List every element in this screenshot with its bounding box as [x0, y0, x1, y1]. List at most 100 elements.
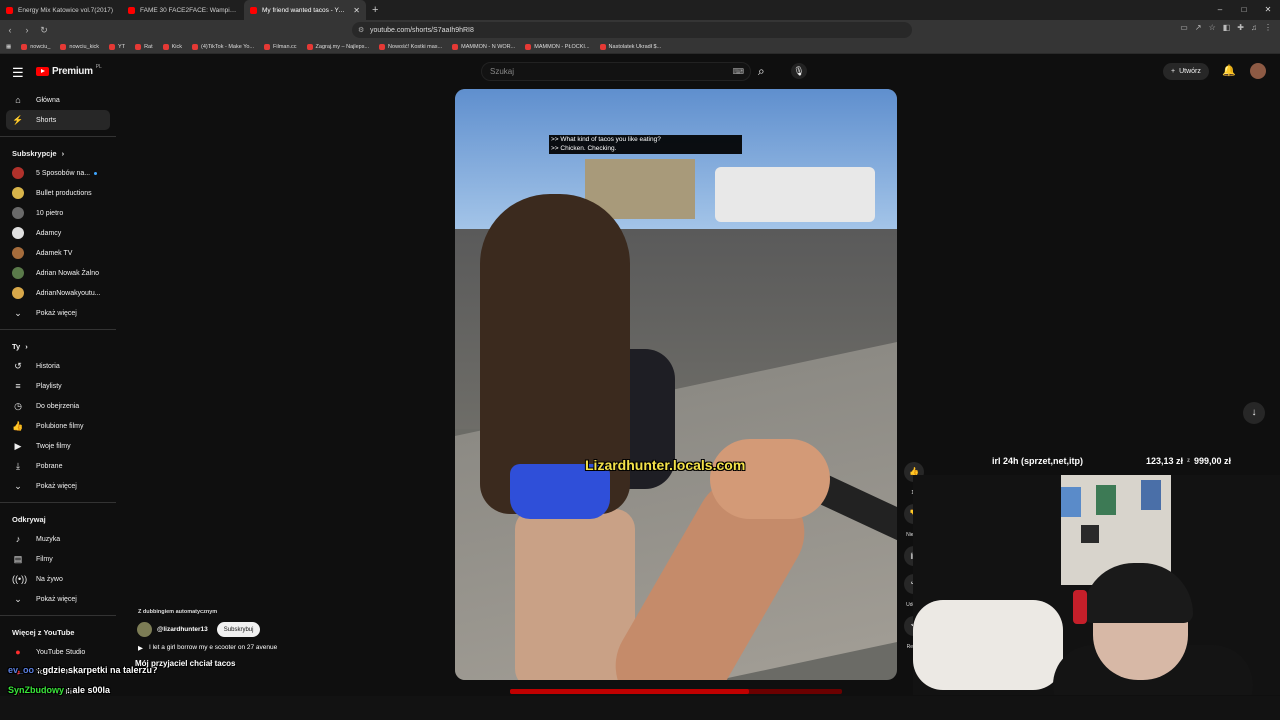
- show-more-you[interactable]: ⌄ Pokaż więcej: [6, 476, 110, 496]
- browser-tab[interactable]: FAME 30 FACE2FACE: Wampir vs Mati...: [122, 0, 244, 20]
- channel-avatar[interactable]: [137, 622, 152, 637]
- sidebar-subscription[interactable]: Bullet productions: [6, 183, 110, 203]
- menu-icon[interactable]: ☰: [12, 65, 24, 81]
- menu-dots-icon[interactable]: ⋮: [1264, 23, 1272, 32]
- sidebar-item-playlists[interactable]: ≡ Playlisty: [6, 376, 110, 396]
- browser-tab[interactable]: Energy Mix Katowice vol.7(2017): [0, 0, 122, 20]
- shorts-icon: ⚡: [12, 114, 24, 125]
- close-tab-icon[interactable]: ✕: [353, 6, 360, 15]
- puzzle-icon[interactable]: ✚: [1237, 23, 1244, 32]
- bookmark-icon: [135, 43, 142, 50]
- show-more-explore[interactable]: ⌄ Pokaż więcej: [6, 589, 110, 609]
- youtube-favicon-icon: [128, 6, 135, 14]
- music-icon: ♪: [15, 534, 21, 544]
- bookmark[interactable]: Kick: [162, 43, 182, 50]
- bookmark[interactable]: nowciu_kick: [60, 43, 99, 50]
- bookmark[interactable]: YT: [109, 43, 125, 50]
- video-progress-bar[interactable]: [510, 689, 842, 694]
- next-short-arrow-icon[interactable]: ↓: [1243, 402, 1265, 424]
- cast-icon[interactable]: ▭: [1180, 23, 1188, 32]
- sidebar-subscription[interactable]: 10 pietro: [6, 203, 110, 223]
- bookmark-icon: [306, 43, 313, 50]
- bottom-bar: [0, 696, 1280, 720]
- bookmark-icon: [452, 43, 459, 50]
- sidebar-item-history[interactable]: ↺ Historia: [6, 356, 110, 376]
- new-tab-button[interactable]: +: [366, 4, 384, 16]
- tab-title: FAME 30 FACE2FACE: Wampir vs Mati...: [140, 6, 238, 14]
- chevron-right-icon: ›: [25, 341, 28, 351]
- sidebar-subscription[interactable]: Adamek TV: [6, 243, 110, 263]
- search-input[interactable]: Szukaj ⌨: [481, 62, 751, 81]
- notifications-bell-icon[interactable]: 🔔: [1222, 64, 1236, 77]
- divider: [0, 136, 116, 137]
- bookmark[interactable]: (4)TikTok - Make Yo...: [192, 43, 254, 50]
- short-video-player[interactable]: >> What kind of tacos you like eating? >…: [455, 89, 897, 680]
- bookmark[interactable]: Rat: [135, 43, 153, 50]
- subscribe-button[interactable]: Subskrybuj: [216, 622, 261, 637]
- site-info-icon[interactable]: ⚙: [358, 26, 364, 34]
- play-icon: ▶: [138, 645, 143, 652]
- bookmark[interactable]: Nowość! Kostki mas...: [379, 43, 442, 50]
- browser-tab-active[interactable]: My friend wanted tacos - You... ✕: [244, 0, 366, 20]
- plus-icon: +: [1171, 68, 1176, 75]
- dubbing-note: Z dubbingiem automatycznym: [138, 609, 218, 615]
- you-heading[interactable]: Ty ›: [0, 336, 116, 356]
- sidebar-item-watch-later[interactable]: ◷ Do obejrzenia: [6, 396, 110, 416]
- youtube-logo[interactable]: Premium PL: [36, 64, 102, 77]
- bookmark[interactable]: Zagraj.my – Najleps...: [306, 43, 369, 50]
- liked-icon: 👍: [12, 420, 24, 431]
- media-icon[interactable]: ♫: [1251, 23, 1257, 32]
- minimize-button[interactable]: –: [1208, 0, 1232, 20]
- bookmark[interactable]: nowciu_: [21, 43, 50, 50]
- sidebar-item-liked[interactable]: 👍 Polubione filmy: [6, 416, 110, 436]
- close-window-button[interactable]: ✕: [1256, 0, 1280, 20]
- sidebar-subscription[interactable]: 5 Sposobów na...: [6, 163, 110, 183]
- share-icon[interactable]: ↗: [1195, 23, 1202, 32]
- bookmark-star-icon[interactable]: ☆: [1209, 23, 1216, 32]
- bookmark[interactable]: MAMMON - N WOR...: [452, 43, 515, 50]
- apps-icon[interactable]: ▦: [6, 44, 11, 50]
- short-description[interactable]: ▶ I let a girl borrow my e scooter on 27…: [138, 644, 277, 652]
- divider: [0, 329, 116, 330]
- bookmarks-bar: ▦ nowciu_ nowciu_kick YT Rat Kick (4)Tik…: [0, 40, 1280, 54]
- sidebar-item-yt-studio[interactable]: ● YouTube Studio: [6, 642, 110, 662]
- title-overlay: Mój przyjaciel chciał tacos: [135, 659, 236, 668]
- keyboard-icon[interactable]: ⌨: [732, 67, 744, 76]
- sidebar-item-downloads[interactable]: ⤓ Pobrane: [6, 456, 110, 476]
- sidebar-item-music[interactable]: ♪ Muzyka: [6, 529, 110, 549]
- bookmark[interactable]: Filman.cc: [264, 43, 297, 50]
- sidebar-item-live[interactable]: ((•)) Na żywo: [6, 569, 110, 589]
- subscriptions-heading[interactable]: Subskrypcje ›: [0, 143, 116, 163]
- extension-icon[interactable]: ◧: [1223, 23, 1231, 32]
- forward-button[interactable]: ›: [20, 25, 34, 35]
- sidebar-subscription[interactable]: Adamcy: [6, 223, 110, 243]
- sidebar-item-your-videos[interactable]: ▶ Twoje filmy: [6, 436, 110, 456]
- streamer-webcam: [913, 475, 1280, 695]
- channel-avatar: [12, 247, 24, 259]
- bookmark[interactable]: Nastolatek Ukradł $...: [599, 43, 661, 50]
- sidebar-subscription[interactable]: Adrian Nowak Żalno: [6, 263, 110, 283]
- video-caption: >> What kind of tacos you like eating? >…: [549, 135, 742, 154]
- sidebar-item-home[interactable]: ⌂ Główna: [6, 90, 110, 110]
- channel-avatar: [12, 287, 24, 299]
- maximize-button[interactable]: □: [1232, 0, 1256, 20]
- channel-name[interactable]: @lizardhunter13: [157, 626, 208, 633]
- sidebar-item-shorts[interactable]: ⚡ Shorts: [6, 110, 110, 130]
- sidebar-item-films[interactable]: ▤ Filmy: [6, 549, 110, 569]
- browser-tab-bar: Energy Mix Katowice vol.7(2017) FAME 30 …: [0, 0, 1280, 20]
- account-avatar[interactable]: [1250, 63, 1266, 79]
- chevron-down-icon: ⌄: [14, 480, 22, 491]
- bookmark[interactable]: MAMMON - PŁOCKI...: [525, 43, 590, 50]
- show-more-subscriptions[interactable]: ⌄ Pokaż więcej: [6, 303, 110, 323]
- film-icon: ▤: [13, 553, 23, 564]
- search-icon[interactable]: ⌕: [758, 64, 765, 79]
- goal-label: irl 24h (sprzet,net,itp): [992, 456, 1084, 466]
- channel-avatar: [12, 187, 24, 199]
- reload-button[interactable]: ↻: [37, 25, 51, 36]
- url-field[interactable]: ⚙ youtube.com/shorts/S7aaIh9hRI8: [352, 22, 912, 38]
- sidebar-subscription[interactable]: AdrianNowakyoutu...: [6, 283, 110, 303]
- back-button[interactable]: ‹: [3, 25, 17, 35]
- microphone-icon[interactable]: 🎙: [791, 63, 807, 79]
- create-button[interactable]: + Utwórz: [1163, 63, 1209, 80]
- chat-username: SynZbudowy: [8, 685, 64, 695]
